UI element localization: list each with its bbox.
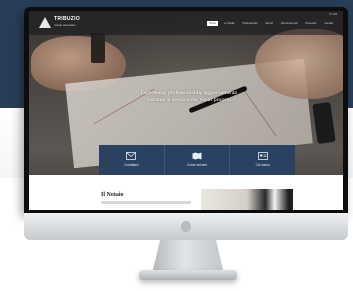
- stamp-photo: [91, 33, 105, 63]
- monitor-stand: [153, 240, 223, 270]
- feature-chi-siamo[interactable]: Chi siamo: [230, 145, 296, 175]
- map-icon: [192, 152, 202, 160]
- feature-come-arrivare[interactable]: Come arrivare: [164, 145, 231, 175]
- feature-label: Contattaci: [124, 163, 139, 167]
- feature-label: Chi siamo: [255, 163, 270, 167]
- monitor-screen: TRIBUZIO notaio associato IT / EN Home L…: [29, 11, 343, 210]
- hero-line-2: costante al servizio dei Vostri progetti: [146, 97, 232, 103]
- content-section: Il Notaio: [29, 175, 343, 210]
- phone-photo: [312, 101, 336, 145]
- nav-item-preventivi[interactable]: Preventivi: [303, 21, 318, 26]
- nav-item-home[interactable]: Home: [207, 20, 219, 26]
- nav-item-professionisti[interactable]: Professionisti: [241, 21, 260, 26]
- brand-name: TRIBUZIO: [54, 16, 81, 22]
- hero-headline: Esperienza, professionalità, aggiornamen…: [119, 90, 259, 104]
- nav-item-servizi[interactable]: Servizi: [263, 21, 275, 26]
- section-title: Il Notaio: [101, 192, 124, 198]
- nav-menu: Home Lo Studio Professionisti Servizi Do…: [207, 20, 335, 26]
- nav-item-documenti[interactable]: Documenti utili: [279, 21, 299, 26]
- brand-subtitle: notaio associato: [54, 23, 76, 27]
- envelope-icon: [126, 152, 137, 160]
- feature-boxes: Contattaci Come arrivare Chi siamo: [99, 145, 296, 175]
- language-switch[interactable]: IT / EN: [329, 13, 337, 16]
- nav-item-studio[interactable]: Lo Studio: [222, 21, 237, 26]
- hero-line-1: Esperienza, professionalità, aggiornamen…: [140, 90, 238, 96]
- feature-label: Come arrivare: [186, 163, 208, 167]
- feature-contattaci[interactable]: Contattaci: [99, 145, 165, 175]
- monitor-stand-base: [139, 270, 237, 280]
- logo-icon: [39, 17, 51, 28]
- nav-item-contatti[interactable]: Contatti: [322, 21, 335, 26]
- section-text-placeholder: [101, 201, 191, 204]
- site-navbar: TRIBUZIO notaio associato IT / EN Home L…: [29, 11, 343, 35]
- section-image: [201, 189, 293, 210]
- id-card-icon: [257, 152, 268, 160]
- apple-logo-icon: [181, 221, 191, 232]
- site-logo[interactable]: TRIBUZIO notaio associato: [39, 16, 99, 31]
